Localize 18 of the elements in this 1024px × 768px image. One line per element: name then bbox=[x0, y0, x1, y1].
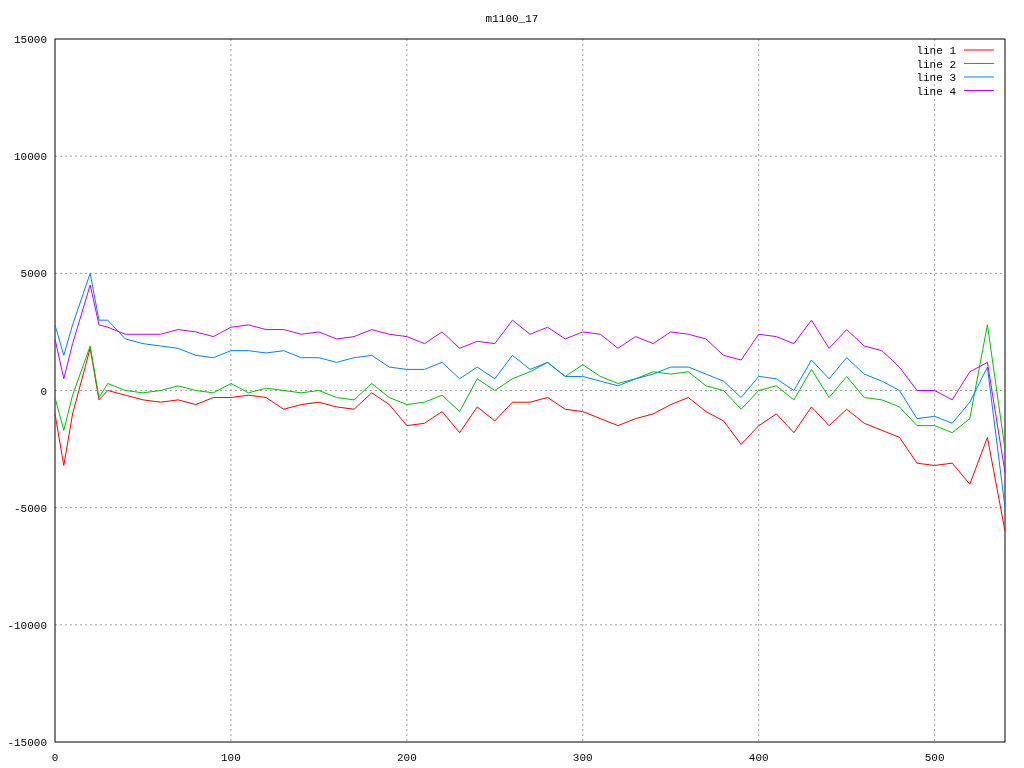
y-tick-label: -5000 bbox=[14, 502, 47, 515]
y-tick-label: -15000 bbox=[7, 737, 47, 749]
y-tick-label: 5000 bbox=[20, 268, 47, 281]
x-tick-label: 400 bbox=[748, 752, 769, 764]
y-tick-label: 0 bbox=[40, 385, 47, 398]
legend-label: line 3 bbox=[916, 72, 956, 84]
legend-label: line 4 bbox=[916, 85, 956, 98]
legend-label: line 1 bbox=[916, 45, 956, 57]
y-tick-label: -10000 bbox=[7, 619, 47, 632]
x-tick-label: 200 bbox=[396, 752, 417, 764]
y-tick-label: 15000 bbox=[14, 34, 47, 46]
y-tick-label: 10000 bbox=[14, 151, 47, 164]
x-tick-label: 0 bbox=[51, 752, 59, 764]
x-tick-label: 100 bbox=[221, 752, 241, 764]
chart-title: m1100_17 bbox=[485, 13, 539, 25]
x-tick-label: 500 bbox=[924, 752, 945, 764]
x-tick-label: 300 bbox=[572, 752, 593, 764]
legend-label: line 2 bbox=[916, 58, 956, 71]
